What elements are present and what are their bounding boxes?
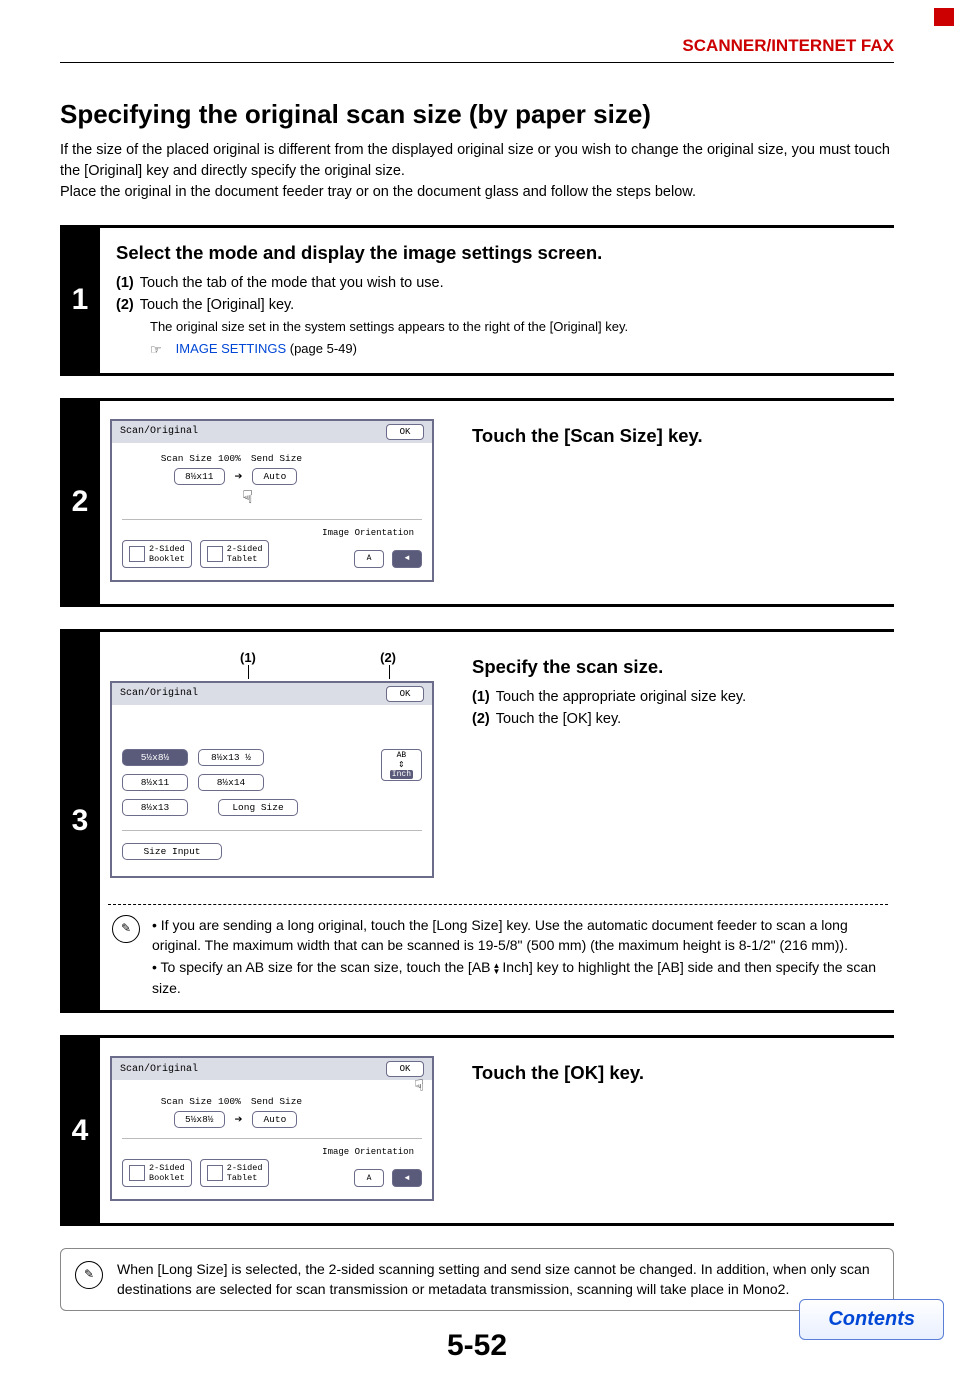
- callout-line-2: [389, 665, 390, 679]
- page-number: 5-52: [60, 1329, 894, 1363]
- scan-original-panel: Scan/Original OK Scan Size 100% Send Siz…: [110, 419, 434, 582]
- scan-size-label: Scan Size: [122, 1096, 212, 1107]
- step1-detail: The original size set in the system sett…: [150, 318, 886, 336]
- ok-button[interactable]: OK: [386, 1061, 424, 1077]
- page-title: Specifying the original scan size (by pa…: [60, 99, 894, 130]
- callout-1: (1): [240, 650, 256, 665]
- bottom-note: ✎ When [Long Size] is selected, the 2-si…: [60, 1248, 894, 1311]
- size-8x13half-button[interactable]: 8½x13 ½: [198, 749, 264, 766]
- step-number-3: 3: [60, 632, 100, 1010]
- ab-option: AB: [395, 751, 409, 760]
- step3-sub2-t: Touch the [OK] key.: [496, 711, 621, 727]
- zoom-ratio: 100%: [218, 453, 241, 464]
- size-5half-button[interactable]: 5½x8½: [122, 749, 188, 766]
- booklet-icon: [129, 546, 145, 562]
- arrow-icon: ➔: [235, 471, 243, 482]
- step1-sub2-n: (2): [116, 297, 134, 313]
- scan-size-label: Scan Size: [122, 453, 212, 464]
- two-sided-booklet-button[interactable]: 2-Sided Booklet: [122, 1159, 192, 1187]
- step3-sub1-n: (1): [472, 689, 490, 705]
- up-down-inline-icon: ▲▼: [493, 963, 501, 975]
- panel-title: Scan/Original: [120, 1064, 198, 1075]
- step3-note-1: If you are sending a long original, touc…: [152, 917, 848, 953]
- step1-title: Select the mode and display the image se…: [116, 242, 886, 264]
- zoom-ratio: 100%: [218, 1096, 241, 1107]
- note-icon: ✎: [75, 1261, 103, 1289]
- orientation-portrait-button[interactable]: A: [354, 1169, 384, 1187]
- callout-line-1: [248, 665, 249, 679]
- step3-title: Specify the scan size.: [472, 656, 882, 678]
- two-sided-booklet-button[interactable]: 2-Sided Booklet: [122, 540, 192, 568]
- booklet-icon: [129, 1165, 145, 1181]
- panel-title: Scan/Original: [120, 426, 198, 437]
- tablet-icon: [207, 1165, 223, 1181]
- size-select-panel: Scan/Original OK 5½x8½ 8½x11 8½x13: [110, 681, 434, 878]
- link-page-ref: (page 5-49): [286, 341, 357, 356]
- step3-sub1-t: Touch the appropriate original size key.: [496, 689, 746, 705]
- orientation-landscape-button[interactable]: ◄: [392, 550, 422, 568]
- step4-title: Touch the [OK] key.: [472, 1062, 882, 1084]
- size-8x11-button[interactable]: 8½x11: [122, 774, 188, 791]
- header-underline: [60, 62, 894, 63]
- step-4: 4 Scan/Original OK ☟ Scan Size: [60, 1035, 894, 1226]
- scan-size-button[interactable]: 5½x8½: [174, 1111, 225, 1128]
- step3-sub2-n: (2): [472, 711, 490, 727]
- contents-button[interactable]: Contents: [799, 1299, 944, 1340]
- step-number-4: 4: [60, 1038, 100, 1223]
- panel-title: Scan/Original: [120, 688, 198, 699]
- bottom-note-text: When [Long Size] is selected, the 2-side…: [117, 1259, 879, 1300]
- step-number-2: 2: [60, 401, 100, 604]
- inch-option: Inch: [390, 770, 413, 779]
- step-3: 3 (1) (2) Scan/Orig: [60, 629, 894, 1013]
- hand-pointer-icon: ☟: [242, 487, 422, 509]
- note-icon: ✎: [112, 915, 140, 943]
- step-number-1: 1: [60, 228, 100, 373]
- step3-note-2a: To specify an AB size for the scan size,…: [161, 959, 491, 975]
- step2-title: Touch the [Scan Size] key.: [472, 425, 882, 447]
- hand-pointer-icon: ☟: [414, 1076, 424, 1096]
- long-size-button[interactable]: Long Size: [218, 799, 298, 816]
- ok-button[interactable]: OK: [386, 686, 424, 702]
- size-8x13-button[interactable]: 8½x13: [122, 799, 188, 816]
- two-sided-tablet-button[interactable]: 2-Sided Tablet: [200, 1159, 270, 1187]
- image-settings-link[interactable]: IMAGE SETTINGS: [176, 341, 287, 356]
- tablet-icon: [207, 546, 223, 562]
- step-1: 1 Select the mode and display the image …: [60, 225, 894, 376]
- scan-original-panel-final: Scan/Original OK ☟ Scan Size 100% Send S…: [110, 1056, 434, 1201]
- send-size-button[interactable]: Auto: [252, 468, 297, 485]
- step1-sub2-t: Touch the [Original] key.: [140, 297, 294, 313]
- orientation-landscape-button[interactable]: ◄: [392, 1169, 422, 1187]
- arrow-icon: ➔: [235, 1114, 243, 1125]
- ok-button[interactable]: OK: [386, 424, 424, 440]
- ab-inch-toggle[interactable]: AB ⇕ Inch: [381, 749, 422, 781]
- orientation-portrait-button[interactable]: A: [354, 550, 384, 568]
- color-accent-bar: [934, 8, 954, 26]
- step1-sub1-t: Touch the tab of the mode that you wish …: [140, 275, 444, 291]
- callout-2: (2): [380, 650, 396, 665]
- step-2: 2 Scan/Original OK Scan Size 100% Send S…: [60, 398, 894, 607]
- section-header: SCANNER/INTERNET FAX: [60, 36, 894, 56]
- intro-text: If the size of the placed original is di…: [60, 140, 894, 203]
- send-size-button[interactable]: Auto: [252, 1111, 297, 1128]
- up-down-icon: ⇕: [398, 760, 405, 770]
- size-8x14-button[interactable]: 8½x14: [198, 774, 264, 791]
- pointer-icon: ☞: [150, 341, 166, 359]
- send-size-label: Send Size: [251, 453, 302, 464]
- orientation-label: Image Orientation: [122, 528, 414, 538]
- two-sided-tablet-button[interactable]: 2-Sided Tablet: [200, 540, 270, 568]
- step1-sub1-n: (1): [116, 275, 134, 291]
- size-input-button[interactable]: Size Input: [122, 843, 222, 860]
- scan-size-button[interactable]: 8½x11: [174, 468, 225, 485]
- orientation-label: Image Orientation: [122, 1147, 414, 1157]
- send-size-label: Send Size: [251, 1096, 302, 1107]
